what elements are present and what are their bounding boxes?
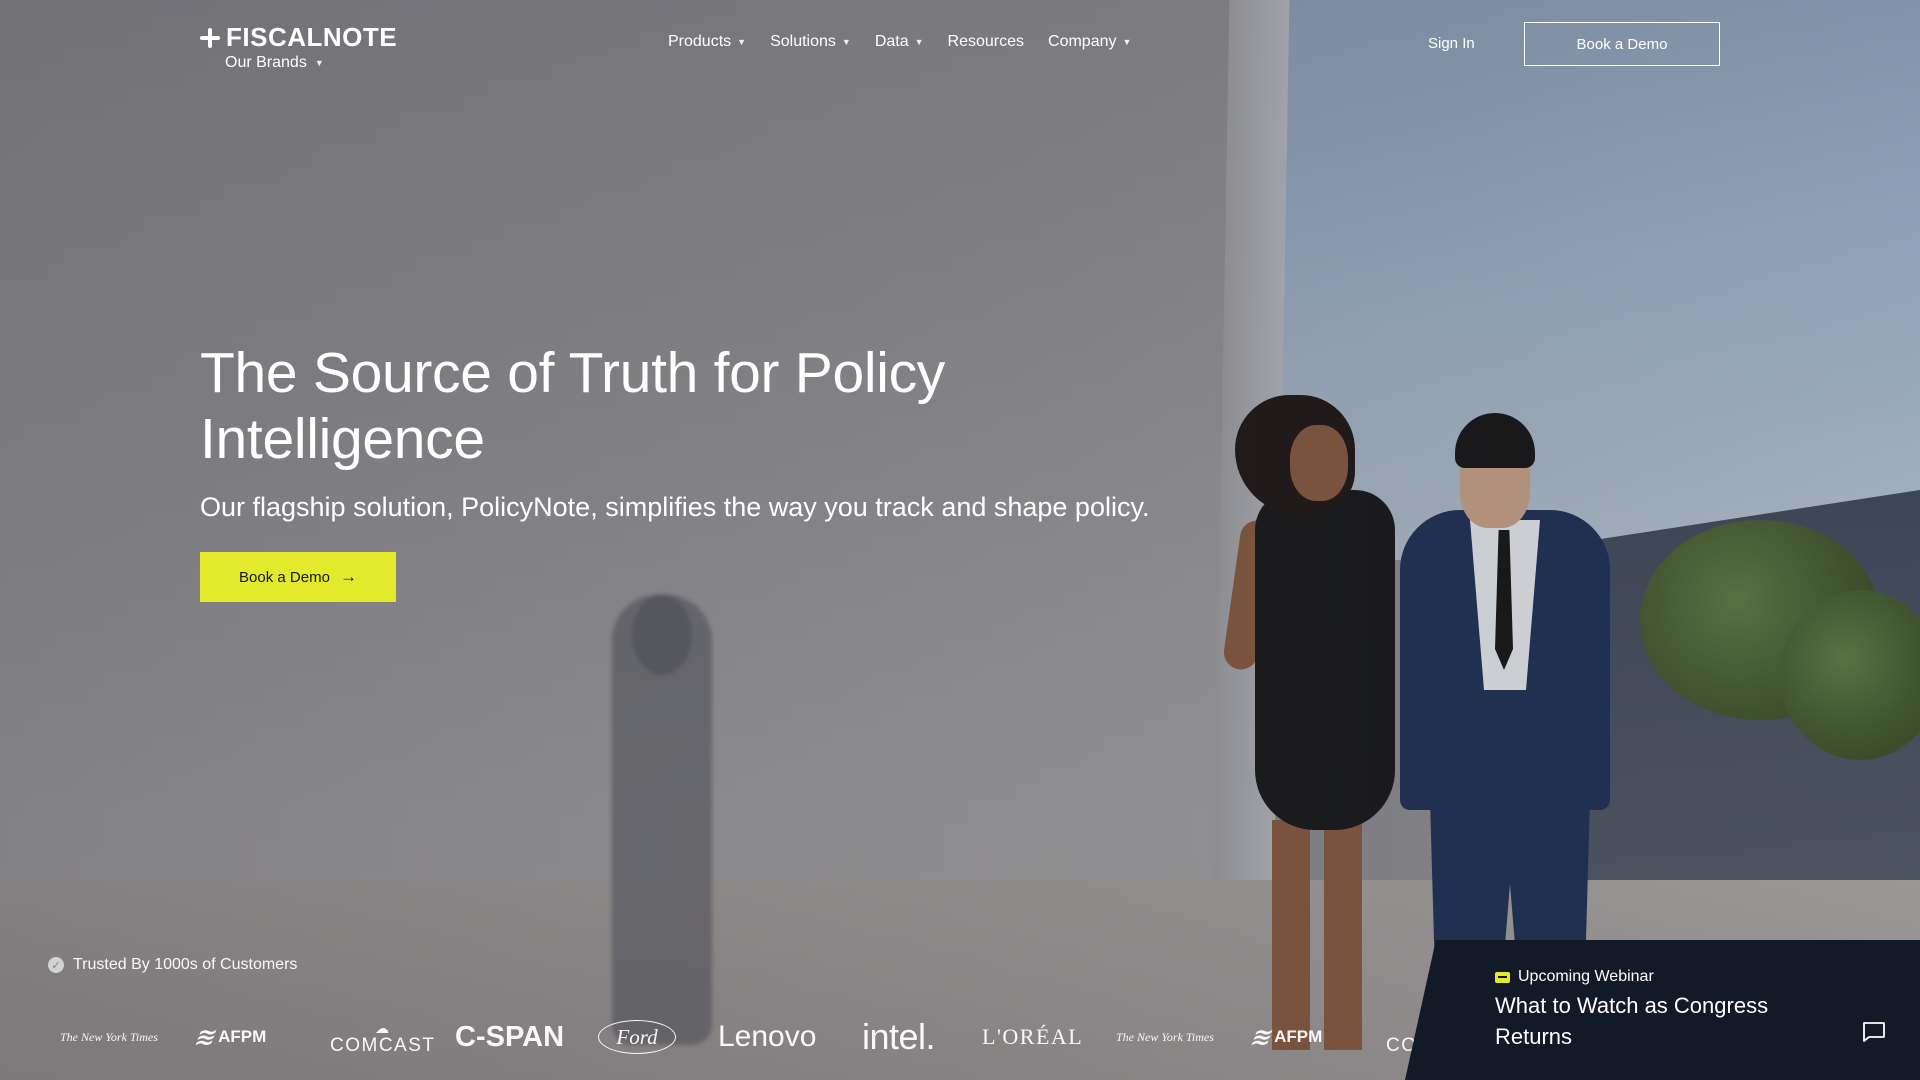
webinar-tag-label: Upcoming Webinar [1518,968,1654,985]
nav-item-products[interactable]: Products ▼ [668,33,746,51]
book-demo-hero-button[interactable]: Book a Demo → [200,552,396,602]
caret-down-icon: ▼ [314,58,324,68]
nav-item-label: Solutions [770,33,836,50]
hero-background-photo [0,0,1920,1080]
logo-text: Lenovo [718,1020,817,1053]
intel-logo: intel. [862,1012,936,1062]
ford-logo: Ford [598,1020,676,1054]
photo-overlay [0,0,1920,1080]
logo-text: C-SPAN [455,1020,565,1053]
lenovo-logo: Lenovo [718,1012,816,1062]
nav-item-label: Data [874,33,909,50]
nav-item-label: Resources [947,33,1025,50]
customer-logo-carousel: The New York Times ≋ AFPM ☁ COMCAST C-SP… [0,1012,1490,1062]
hero-title-line: Intelligence [200,407,485,471]
our-brands-dropdown[interactable]: Our Brands ▼ [225,54,324,72]
logo-text: Ford [616,1024,658,1049]
check-circle-icon: ✓ [48,957,64,973]
loreal-logo: L'ORÉAL [982,1012,1083,1062]
afpm-waves-icon: ≋ [1247,1023,1272,1051]
nav-item-label: Company [1048,33,1117,50]
logo-text: The New York Times [60,1029,158,1044]
caret-down-icon: ▼ [1122,37,1132,47]
our-brands-label: Our Brands [225,54,307,71]
nav-item-label: Products [668,33,732,50]
book-demo-header-button[interactable]: Book a Demo [1524,22,1720,66]
afpm-waves-icon: ≋ [191,1023,216,1051]
comcast-logo: ☁ COMCAST [330,1012,436,1062]
logo-text: The New York Times [1116,1029,1214,1044]
nav-item-solutions[interactable]: Solutions ▼ [770,33,851,51]
cspan-logo: C-SPAN [455,1012,564,1062]
site-header: FISCALNOTE Our Brands ▼ Products ▼ Solut… [0,0,1920,90]
sign-in-link[interactable]: Sign In [1428,35,1475,52]
chat-bubble-icon[interactable] [1861,1020,1887,1044]
logo-text: AFPM [218,1027,267,1046]
nav-item-resources[interactable]: Resources [948,33,1024,51]
logo-text: intel. [862,1016,936,1057]
logo-text: COMCAST [330,1035,436,1056]
webinar-title[interactable]: What to Watch as Congress Returns [1495,990,1835,1052]
upcoming-webinar-card[interactable]: Upcoming Webinar What to Watch as Congre… [1405,940,1920,1080]
hero-title: The Source of Truth for Policy Intellige… [200,340,1100,472]
afpm-logo: ≋ AFPM [191,1012,267,1062]
logo-text: AFPM [1274,1027,1323,1046]
hero-subtitle: Our flagship solution, PolicyNote, simpl… [200,492,1150,522]
ticket-icon [1495,971,1510,983]
caret-down-icon: ▼ [914,37,924,47]
caret-down-icon: ▼ [841,37,851,47]
main-nav: Products ▼ Solutions ▼ Data ▼ Resources … [668,33,1131,51]
plus-star-icon [200,27,220,48]
nyt-logo: The New York Times [60,1012,158,1062]
nyt-logo: The New York Times [1116,1012,1214,1062]
afpm-logo: ≋ AFPM [1247,1012,1323,1062]
nav-item-data[interactable]: Data ▼ [875,33,924,51]
arrow-right-icon: → [339,567,357,586]
fiscalnote-logo[interactable]: FISCALNOTE [200,22,397,53]
caret-down-icon: ▼ [737,37,747,47]
trusted-label: Trusted By 1000s of Customers [73,956,298,973]
nav-item-company[interactable]: Company ▼ [1048,33,1131,51]
trusted-by: ✓ Trusted By 1000s of Customers [48,956,297,974]
logo-text: FISCALNOTE [226,22,398,52]
logo-text: L'ORÉAL [982,1024,1084,1049]
book-demo-label: Book a Demo [239,568,330,586]
hero-title-line: The Source of Truth for Policy [200,341,945,405]
webinar-tag: Upcoming Webinar [1495,968,1654,986]
